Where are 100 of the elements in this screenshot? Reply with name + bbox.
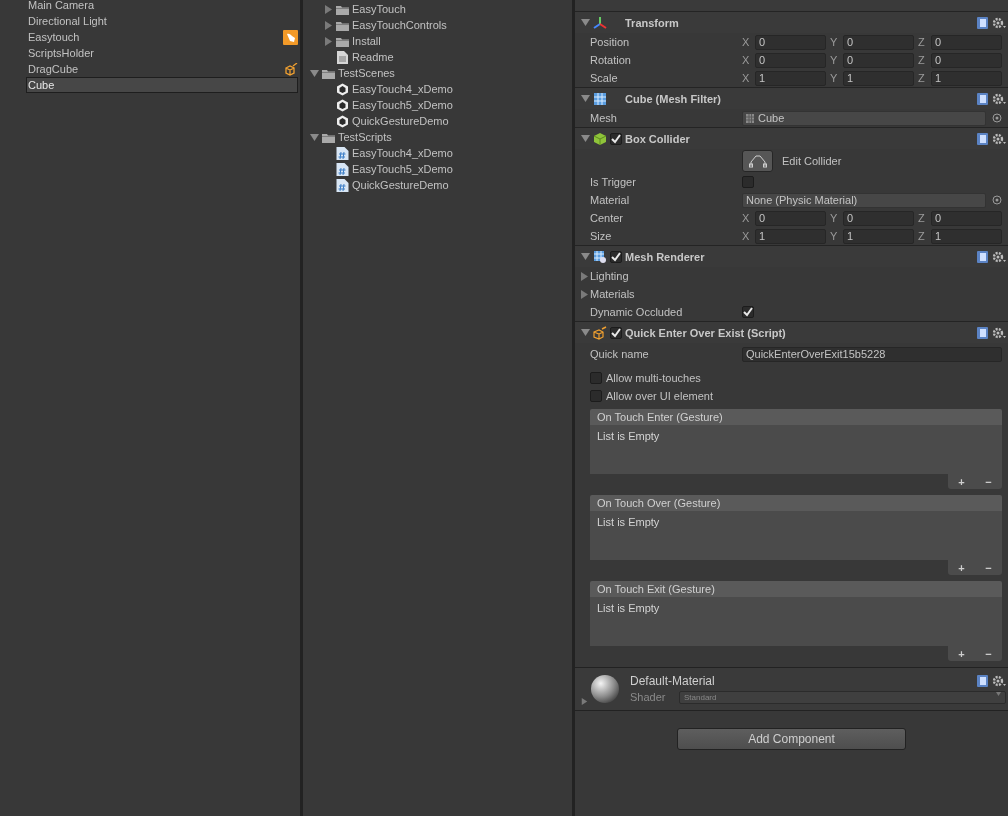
hierarchy-item[interactable]: DragCube [28,61,79,77]
expand-arrow-icon[interactable] [581,697,588,706]
settings-icon[interactable] [992,132,1006,145]
object-picker-icon[interactable] [992,195,1002,205]
hierarchy-item[interactable]: Main Camera [28,0,95,13]
project-item[interactable]: TestScenes [338,65,395,81]
collapse-arrow-icon[interactable] [310,68,319,78]
project-item[interactable]: EasyTouch4_xDemo [352,81,453,97]
collapse-arrow-icon[interactable] [310,132,319,142]
number-field[interactable]: 0 [843,52,914,68]
remove-item-button[interactable]: − [985,560,992,575]
number-field[interactable]: 0 [843,34,914,50]
field-label: Material [590,193,631,208]
enable-checkbox[interactable] [610,326,622,339]
number-field[interactable]: 0 [755,210,826,226]
foldout-label[interactable]: Lighting [590,268,629,284]
number-field[interactable]: 1 [843,70,914,86]
project-item[interactable]: EasyTouch [352,1,406,17]
component-title: Transform [625,15,679,31]
help-book-icon[interactable] [977,250,988,263]
number-field[interactable]: 0 [843,210,914,226]
axis-label: Y [830,211,839,226]
project-item[interactable]: EasyTouch4_xDemo [352,145,453,161]
button-label: Edit Collider [782,154,842,169]
help-book-icon[interactable] [977,675,988,687]
add-item-button[interactable]: + [958,474,965,489]
checkbox[interactable] [742,176,754,188]
axis-label: X [742,211,751,226]
expand-arrow-icon[interactable] [580,271,589,281]
remove-item-button[interactable]: − [985,646,992,661]
hierarchy-item[interactable]: ScriptsHolder [28,45,95,61]
number-field[interactable]: 1 [843,228,914,244]
object-field[interactable]: Cube [742,110,986,126]
collapse-arrow-icon[interactable] [581,18,590,27]
number-field[interactable]: 1 [931,70,1002,86]
settings-icon[interactable] [992,326,1006,339]
help-book-icon[interactable] [977,132,988,145]
edit-collider-button[interactable] [742,150,773,172]
checkbox[interactable] [590,390,602,402]
checkbox-label: Allow multi-touches [606,371,701,386]
object-name: None (Physic Material) [746,193,858,207]
project-item[interactable]: EasyTouch5_xDemo [352,161,453,177]
number-field[interactable]: 0 [931,52,1002,68]
axis-label: Y [830,53,839,68]
hierarchy-item[interactable]: Directional Light [28,13,107,29]
add-item-button[interactable]: + [958,560,965,575]
collapse-arrow-icon[interactable] [581,252,590,261]
object-field[interactable]: None (Physic Material) [742,192,986,208]
collapse-arrow-icon[interactable] [581,94,590,103]
help-book-icon[interactable] [977,16,988,29]
checkbox[interactable] [590,372,602,384]
settings-icon[interactable] [992,16,1006,29]
collapse-arrow-icon[interactable] [581,328,590,337]
help-book-icon[interactable] [977,92,988,105]
expand-arrow-icon[interactable] [324,20,333,30]
number-field[interactable]: 1 [755,70,826,86]
project-item[interactable]: TestScripts [338,129,392,145]
object-picker-icon[interactable] [992,113,1002,123]
project-item[interactable]: EasyTouchControls [352,17,447,33]
foldout-label[interactable]: Materials [590,286,635,302]
add-item-button[interactable]: + [958,646,965,661]
sphere-icon [590,674,620,704]
text-field[interactable]: QuickEnterOverExit15b5228 [742,346,1002,362]
field-label: Mesh [590,111,618,126]
number-field[interactable]: 0 [931,210,1002,226]
expand-arrow-icon[interactable] [324,36,333,46]
hand-badge-icon [283,29,298,45]
number-field[interactable]: 0 [755,52,826,68]
empty-list-text: List is Empty [597,515,661,530]
rename-field[interactable]: Cube [26,77,298,93]
enable-checkbox[interactable] [610,132,622,145]
expand-arrow-icon[interactable] [580,289,589,299]
number-field[interactable]: 1 [931,228,1002,244]
project-item[interactable]: QuickGestureDemo [352,113,449,129]
number-field[interactable]: 0 [755,34,826,50]
settings-icon[interactable] [992,250,1006,263]
project-item[interactable]: Install [352,33,381,49]
number-field[interactable]: 0 [931,34,1002,50]
project-item[interactable]: Readme [352,49,394,65]
component-title: Mesh Renderer [625,249,705,265]
expand-arrow-icon[interactable] [324,4,333,14]
collapse-arrow-icon[interactable] [581,134,590,143]
number-field[interactable]: 1 [755,228,826,244]
component-title: Box Collider [625,131,690,147]
help-book-icon[interactable] [977,326,988,339]
field-label: Size [590,229,613,244]
axis-label: Z [918,229,926,244]
checkbox[interactable] [742,306,754,318]
settings-icon[interactable] [992,675,1006,687]
add-component-button[interactable]: Add Component [677,728,906,750]
enable-checkbox[interactable] [610,250,622,263]
remove-item-button[interactable]: − [985,474,992,489]
checkbox-label: Allow over UI element [606,389,713,404]
field-label: Position [590,35,631,50]
hierarchy-item[interactable]: Easytouch [28,29,80,45]
project-item[interactable]: QuickGestureDemo [352,177,449,193]
project-item[interactable]: EasyTouch5_xDemo [352,97,453,113]
component-title: Cube (Mesh Filter) [625,91,721,107]
field-label: Center [590,211,625,226]
settings-icon[interactable] [992,92,1006,105]
